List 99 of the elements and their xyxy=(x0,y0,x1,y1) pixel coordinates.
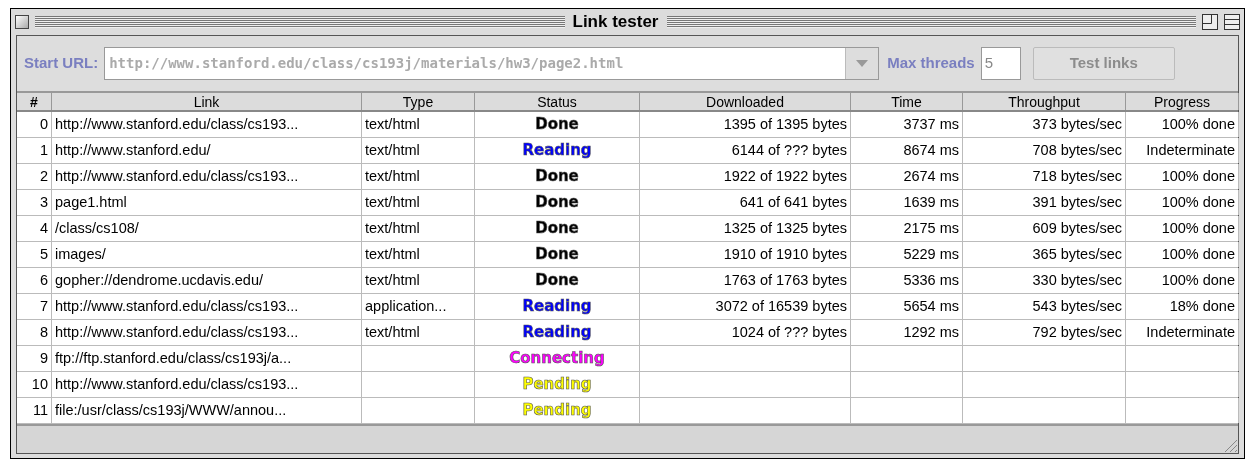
row-number: 3 xyxy=(39,192,48,212)
link-cell-text: http://www.stanford.edu/class/cs193... xyxy=(55,374,299,394)
column-header[interactable]: Type xyxy=(362,93,475,110)
link-cell-text: images/ xyxy=(55,244,106,264)
type-cell-text: text/html xyxy=(365,166,420,186)
link-cell-text: ftp://ftp.stanford.edu/class/cs193j/a... xyxy=(55,348,292,368)
progress-cell-text: 100% done xyxy=(1161,114,1235,134)
zoom-box-icon[interactable] xyxy=(1202,14,1218,30)
link-cell-text: file:/usr/class/cs193j/WWW/annou... xyxy=(55,400,287,420)
close-box-icon[interactable] xyxy=(15,15,29,29)
time-cell-text: 8674 ms xyxy=(903,140,959,160)
throughput-cell-text: 609 bytes/sec xyxy=(1032,218,1122,238)
type-cell-text: text/html xyxy=(365,192,420,212)
column-header[interactable]: Progress xyxy=(1126,93,1239,110)
throughput-cell-text: 792 bytes/sec xyxy=(1032,322,1122,342)
progress-cell-text: 100% done xyxy=(1161,166,1235,186)
status-cell-text: Done xyxy=(535,270,579,292)
downloaded-cell-text: 1395 of 1395 bytes xyxy=(723,114,847,134)
status-cell-text: Pending xyxy=(522,374,592,396)
row-number: 11 xyxy=(32,400,48,420)
status-cell-text: Done xyxy=(535,192,579,214)
link-cell-text: http://www.stanford.edu/class/cs193... xyxy=(55,166,299,186)
link-cell-text: http://www.stanford.edu/class/cs193... xyxy=(55,296,299,316)
time-cell-text: 5229 ms xyxy=(903,244,959,264)
time-cell-text: 2175 ms xyxy=(903,218,959,238)
status-cell-text: Reading xyxy=(522,322,592,344)
status-cell-text: Done xyxy=(535,218,579,240)
status-cell-text: Pending xyxy=(522,400,592,422)
link-cell-text: http://www.stanford.edu/ xyxy=(55,140,211,160)
progress-cell-text: 100% done xyxy=(1161,192,1235,212)
progress-cell-text: 100% done xyxy=(1161,244,1235,264)
row-number: 8 xyxy=(39,322,48,342)
type-cell-text: text/html xyxy=(365,270,420,290)
time-cell-text: 3737 ms xyxy=(903,114,959,134)
row-number: 10 xyxy=(31,374,48,394)
type-cell-text: text/html xyxy=(365,244,420,264)
throughput-cell-text: 391 bytes/sec xyxy=(1032,192,1122,212)
link-cell-text: gopher://dendrome.ucdavis.edu/ xyxy=(55,270,263,290)
time-cell-text: 1292 ms xyxy=(903,322,959,342)
column-header[interactable]: Link xyxy=(52,93,362,110)
collapse-box-icon[interactable] xyxy=(1224,14,1240,30)
downloaded-cell-text: 3072 of 16539 bytes xyxy=(715,296,847,316)
link-cell-text: /class/cs108/ xyxy=(55,218,139,238)
row-number: 7 xyxy=(39,296,48,316)
time-cell-text: 2674 ms xyxy=(903,166,959,186)
column-header[interactable]: Status xyxy=(475,93,640,110)
type-cell-text: application... xyxy=(365,296,447,316)
status-cell-text: Reading xyxy=(522,296,592,318)
max-threads-label: Max threads xyxy=(887,53,975,74)
downloaded-cell-text: 641 of 641 bytes xyxy=(739,192,847,212)
dropdown-arrow-icon[interactable] xyxy=(856,60,869,67)
status-cell-text: Done xyxy=(535,166,579,188)
progress-cell-text: 100% done xyxy=(1161,270,1235,290)
downloaded-cell-text: 6144 of ??? bytes xyxy=(731,140,847,160)
throughput-cell-text: 718 bytes/sec xyxy=(1032,166,1122,186)
throughput-cell-text: 365 bytes/sec xyxy=(1032,244,1122,264)
time-cell-text: 5654 ms xyxy=(903,296,959,316)
throughput-cell-text: 708 bytes/sec xyxy=(1032,140,1122,160)
time-cell-text: 5336 ms xyxy=(903,270,959,290)
row-number: 4 xyxy=(39,218,48,238)
column-header[interactable]: Throughput xyxy=(963,93,1126,110)
row-number: 6 xyxy=(39,270,48,290)
downloaded-cell-text: 1763 of 1763 bytes xyxy=(723,270,847,290)
type-cell-text: text/html xyxy=(365,140,420,160)
column-header[interactable]: # xyxy=(17,93,52,110)
progress-cell-text: 100% done xyxy=(1161,218,1235,238)
title-bar-stripes[interactable] xyxy=(666,16,1196,28)
row-number: 2 xyxy=(39,166,48,186)
throughput-cell-text: 330 bytes/sec xyxy=(1032,270,1122,290)
throughput-cell-text: 543 bytes/sec xyxy=(1032,296,1122,316)
downloaded-cell-text: 1325 of 1325 bytes xyxy=(723,218,847,238)
downloaded-cell-text: 1922 of 1922 bytes xyxy=(723,166,847,186)
throughput-cell-text: 373 bytes/sec xyxy=(1032,114,1122,134)
downloaded-cell-text: 1910 of 1910 bytes xyxy=(723,244,847,264)
row-number: 0 xyxy=(39,114,48,134)
type-cell-text: text/html xyxy=(365,218,420,238)
progress-cell-text: Indeterminate xyxy=(1146,140,1235,160)
time-cell-text: 1639 ms xyxy=(903,192,959,212)
status-cell-text: Connecting xyxy=(509,348,605,370)
link-cell-text: page1.html xyxy=(55,192,127,212)
status-cell-text: Reading xyxy=(522,140,592,162)
title-bar-stripes[interactable] xyxy=(35,16,565,28)
row-number: 5 xyxy=(39,244,48,264)
link-cell-text: http://www.stanford.edu/class/cs193... xyxy=(55,114,299,134)
start-url-label: Start URL: xyxy=(24,53,99,74)
progress-cell-text: 18% done xyxy=(1169,296,1235,316)
window-title: Link tester xyxy=(571,11,660,34)
column-header[interactable]: Time xyxy=(851,93,963,110)
type-cell-text: text/html xyxy=(365,322,420,342)
row-number: 9 xyxy=(39,348,48,368)
status-cell-text: Done xyxy=(535,114,579,136)
type-cell-text: text/html xyxy=(365,114,420,134)
link-cell-text: http://www.stanford.edu/class/cs193... xyxy=(55,322,299,342)
status-cell-text: Done xyxy=(535,244,579,266)
max-threads-field[interactable]: 5 xyxy=(980,47,1021,80)
downloaded-cell-text: 1024 of ??? bytes xyxy=(731,322,847,342)
row-number: 1 xyxy=(39,140,48,160)
column-header[interactable]: Downloaded xyxy=(640,93,851,110)
progress-cell-text: Indeterminate xyxy=(1146,322,1235,342)
